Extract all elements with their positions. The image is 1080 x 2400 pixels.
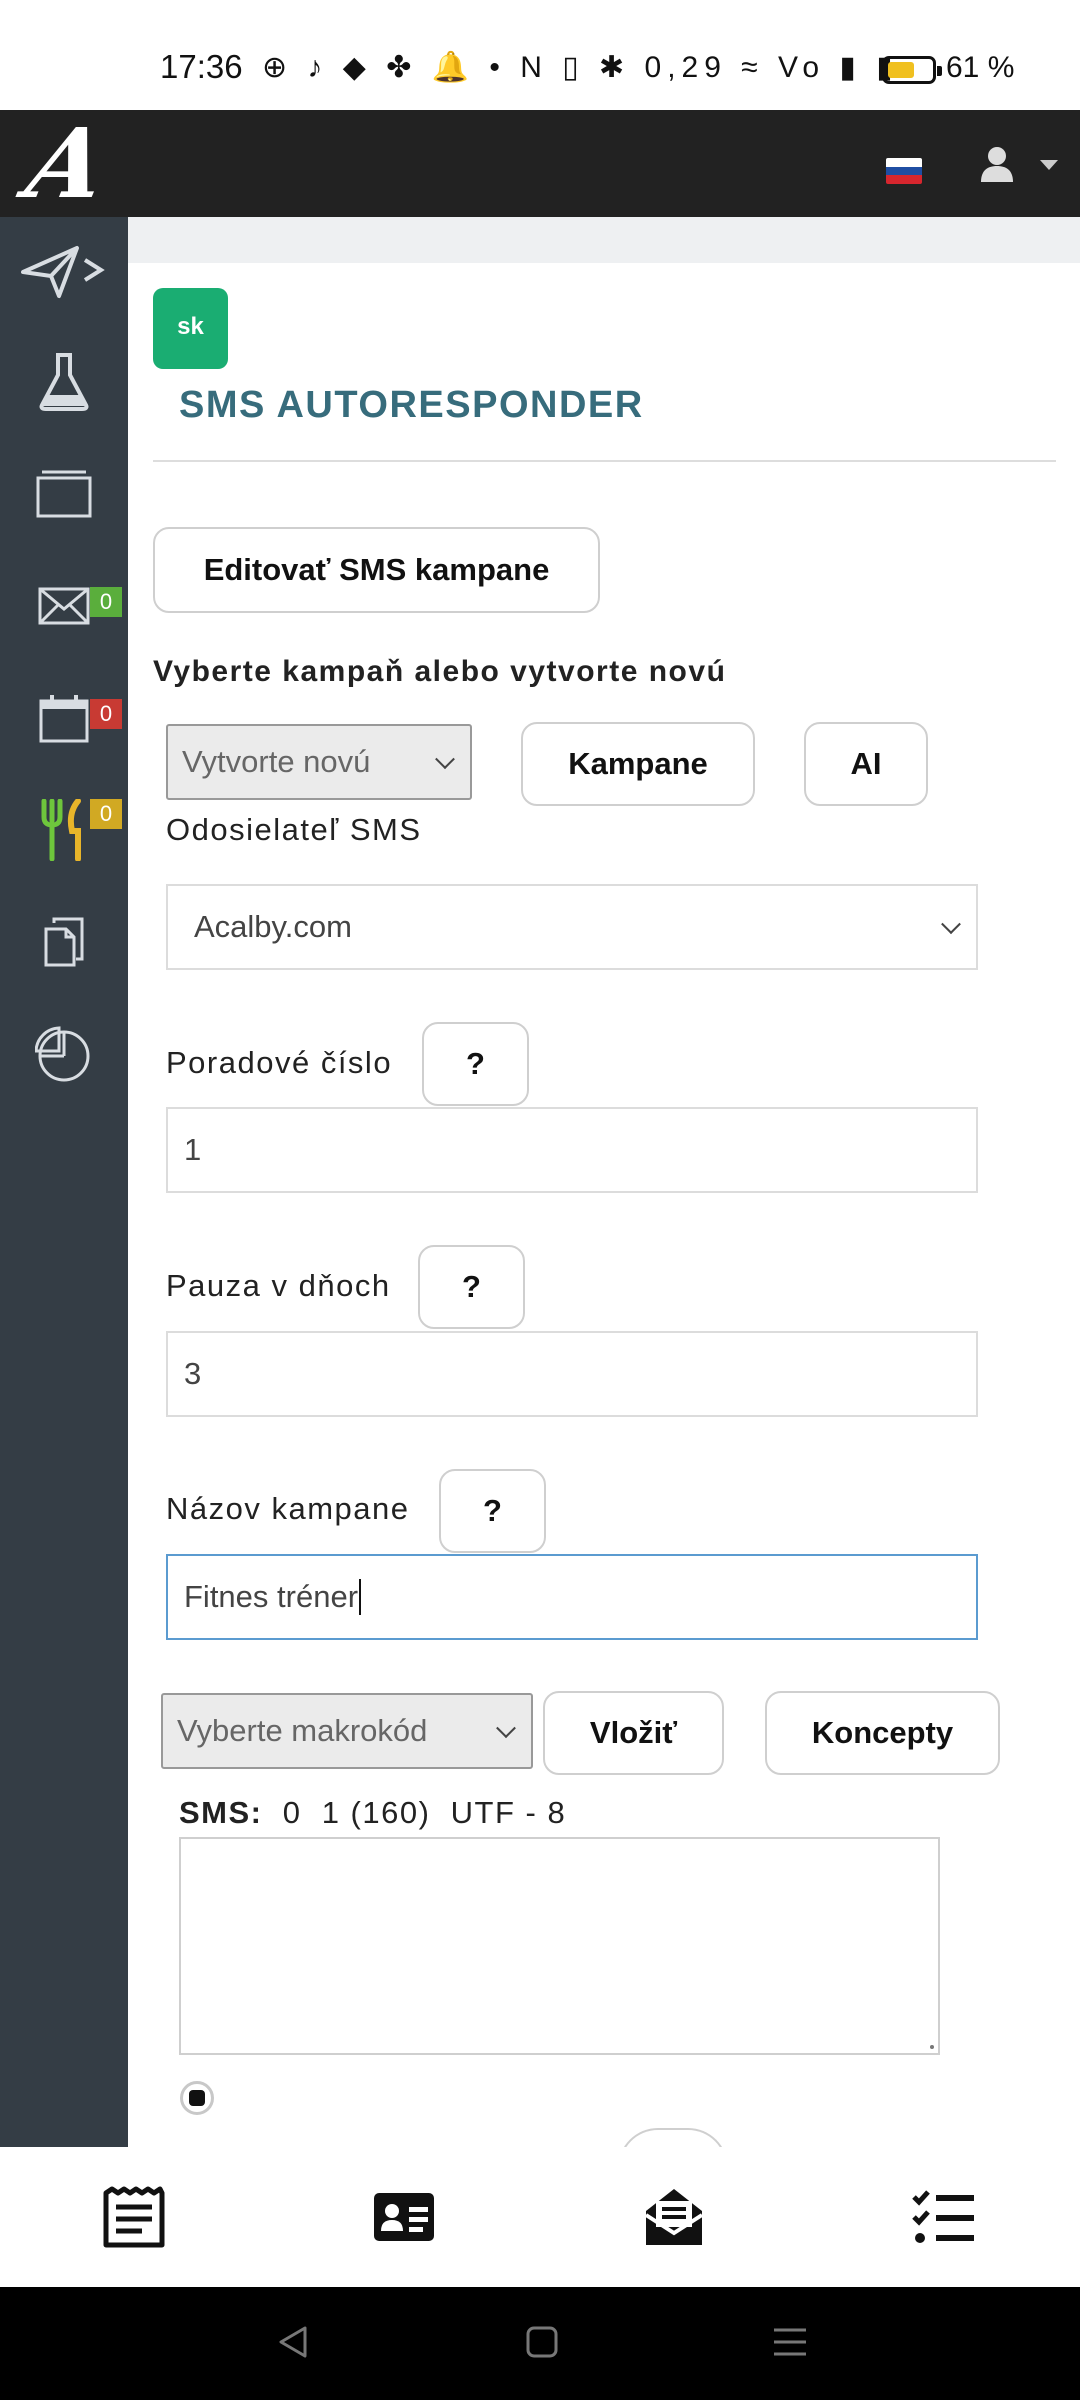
bottom-nav-newsletter[interactable] bbox=[94, 2177, 174, 2257]
bottom-nav-tasks[interactable] bbox=[904, 2177, 984, 2257]
send-icon bbox=[21, 246, 105, 298]
content-header-strip bbox=[128, 217, 1080, 263]
order-help-button[interactable]: ? bbox=[422, 1022, 529, 1106]
home-button[interactable] bbox=[512, 2317, 572, 2367]
pie-chart-icon bbox=[35, 1026, 90, 1082]
sidebar-item-lab[interactable] bbox=[0, 327, 128, 437]
sender-label: Odosielateľ SMS bbox=[166, 812, 422, 847]
page-title: SMS AUTORESPONDER bbox=[179, 384, 644, 426]
checkbox-mark bbox=[189, 2090, 205, 2106]
sidebar-item-food[interactable]: 0 bbox=[0, 775, 128, 885]
sidebar-item-mail[interactable]: 0 bbox=[0, 551, 128, 661]
mail-open-icon bbox=[644, 2189, 704, 2245]
sidebar-item-documents[interactable] bbox=[0, 887, 128, 997]
chevron-down-icon bbox=[496, 1718, 516, 1739]
macro-select[interactable]: Vyberte makrokód bbox=[161, 1693, 533, 1769]
food-badge: 0 bbox=[90, 799, 122, 829]
bottom-nav-contacts[interactable] bbox=[364, 2177, 444, 2257]
language-badge[interactable]: sk bbox=[153, 288, 228, 369]
back-button[interactable] bbox=[263, 2317, 323, 2367]
pause-days-value: 3 bbox=[184, 1356, 202, 1391]
user-icon[interactable] bbox=[980, 146, 1014, 182]
campaigns-button[interactable]: Kampane bbox=[521, 722, 755, 806]
envelope-icon bbox=[38, 587, 90, 625]
chevron-down-icon bbox=[435, 749, 455, 770]
divider bbox=[153, 460, 1056, 462]
insert-button[interactable]: Vložiť bbox=[543, 1691, 724, 1775]
campaign-name-value: Fitnes tréner bbox=[184, 1579, 359, 1614]
bottom-nav-messages[interactable] bbox=[634, 2177, 714, 2257]
window-icon bbox=[36, 470, 92, 518]
back-icon bbox=[279, 2326, 307, 2358]
sender-select[interactable]: Acalby.com bbox=[166, 884, 978, 970]
bottom-navigation bbox=[0, 2147, 1080, 2287]
home-icon bbox=[526, 2326, 558, 2358]
sms-label: SMS: bbox=[179, 1795, 263, 1830]
calendar-icon bbox=[39, 695, 89, 743]
status-icons: ⊕ ♪ ◆ ✤ 🔔 • N ▯ ✱ 0,29 ≈ Vo ▮ ▮ bbox=[262, 51, 899, 84]
edit-sms-campaigns-button[interactable]: Editovať SMS kampane bbox=[153, 527, 600, 613]
sms-checkbox[interactable] bbox=[180, 2081, 214, 2115]
campaign-name-label: Názov kampane bbox=[166, 1491, 410, 1526]
chevron-down-icon bbox=[941, 914, 961, 935]
sidebar-item-calendar[interactable]: 0 bbox=[0, 663, 128, 773]
macro-select-value: Vyberte makrokód bbox=[177, 1713, 428, 1748]
fork-knife-icon bbox=[41, 799, 81, 861]
documents-icon bbox=[44, 917, 84, 967]
battery-icon bbox=[882, 56, 942, 84]
sidebar: 0 0 0 bbox=[0, 217, 128, 2147]
chevron-down-icon[interactable] bbox=[1040, 160, 1058, 170]
app-logo[interactable]: A bbox=[18, 107, 117, 220]
status-time: 17:36 bbox=[160, 48, 243, 85]
menu-icon bbox=[774, 2328, 806, 2356]
contact-card-icon bbox=[374, 2193, 434, 2241]
app-header: A bbox=[0, 107, 1080, 220]
pause-days-field[interactable]: 3 bbox=[166, 1331, 978, 1417]
newspaper-icon bbox=[103, 2186, 165, 2248]
mail-badge: 0 bbox=[90, 587, 122, 617]
campaign-select-value: Vytvorte novú bbox=[182, 744, 371, 779]
sidebar-item-reports[interactable] bbox=[0, 999, 128, 1109]
campaign-name-help-button[interactable]: ? bbox=[439, 1469, 546, 1553]
text-cursor bbox=[359, 1579, 362, 1615]
sms-stats: 0 1 (160) UTF - 8 bbox=[282, 1795, 567, 1830]
pause-days-label: Pauza v dňoch bbox=[166, 1268, 391, 1303]
battery-percent: 61 % bbox=[946, 51, 1015, 84]
pause-help-button[interactable]: ? bbox=[418, 1245, 525, 1329]
sidebar-item-windows[interactable] bbox=[0, 439, 128, 549]
recents-button[interactable] bbox=[760, 2317, 820, 2367]
status-bar: 17:36 ⊕ ♪ ◆ ✤ 🔔 • N ▯ ✱ 0,29 ≈ Vo ▮ ▮ 61… bbox=[0, 0, 1080, 110]
sidebar-item-send[interactable] bbox=[0, 217, 128, 327]
battery-level bbox=[888, 62, 914, 78]
system-navigation-bar bbox=[0, 2287, 1080, 2400]
order-number-field[interactable]: 1 bbox=[166, 1107, 978, 1193]
calendar-badge: 0 bbox=[90, 699, 122, 729]
order-number-label: Poradové číslo bbox=[166, 1045, 393, 1080]
order-number-value: 1 bbox=[184, 1132, 202, 1167]
drafts-button[interactable]: Koncepty bbox=[765, 1691, 1000, 1775]
sender-select-value: Acalby.com bbox=[194, 909, 352, 944]
ai-button[interactable]: AI bbox=[804, 722, 928, 806]
flask-icon bbox=[39, 353, 89, 411]
checklist-icon bbox=[912, 2190, 974, 2243]
sms-counter: SMS: 0 1 (160) UTF - 8 bbox=[179, 1795, 566, 1831]
resize-handle-icon[interactable] bbox=[930, 2045, 934, 2049]
choose-campaign-label: Vyberte kampaň alebo vytvorte novú bbox=[153, 655, 727, 688]
language-flag-icon[interactable] bbox=[886, 158, 922, 184]
campaign-name-field[interactable]: Fitnes tréner bbox=[166, 1554, 978, 1640]
campaign-select[interactable]: Vytvorte novú bbox=[166, 724, 472, 800]
sms-text-area[interactable] bbox=[179, 1837, 940, 2055]
